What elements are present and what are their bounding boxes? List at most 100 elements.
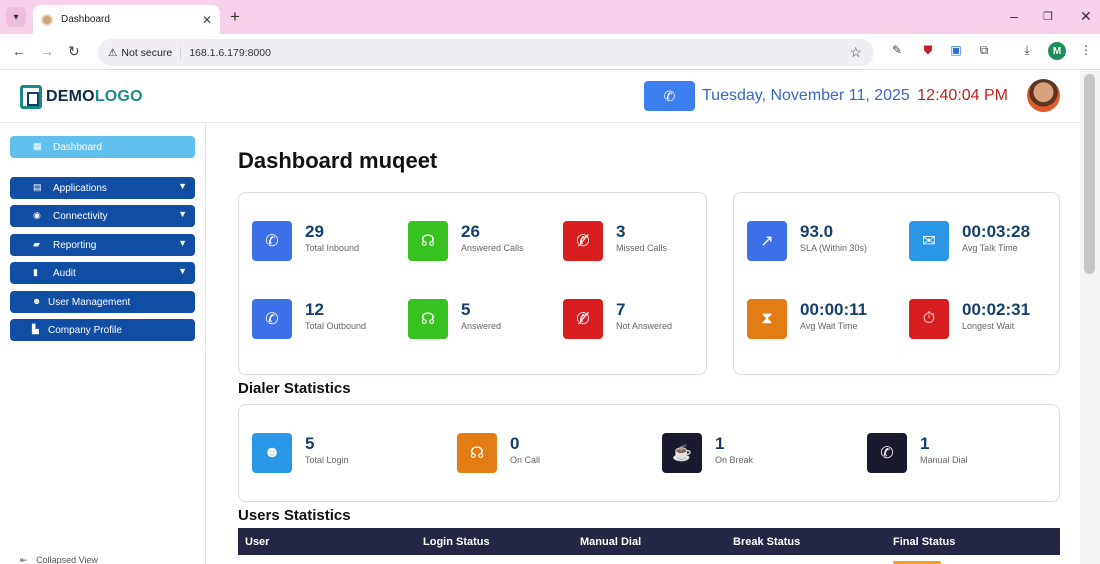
- hourglass-icon: ⧗: [747, 299, 787, 339]
- missed-call-icon: ✆̸: [563, 299, 603, 339]
- grid-icon: ▦: [33, 141, 42, 151]
- stat-avg-talk-time: ✉ 00:03:28 Avg Talk Time: [909, 221, 1030, 261]
- stat-value: 1: [920, 434, 930, 453]
- call-stats-card: [238, 192, 707, 375]
- warning-icon: ⚠: [108, 46, 118, 59]
- users-icon: ☻: [252, 433, 292, 473]
- phone-icon: ✆: [252, 299, 292, 339]
- stat-value: 1: [715, 434, 725, 453]
- address-bar[interactable]: ⚠ Not secure 168.1.6.179:8000 ☆: [98, 39, 874, 66]
- column-header-user[interactable]: User: [245, 536, 269, 548]
- stat-value: 12: [305, 300, 324, 319]
- stat-label: Total Outbound: [305, 321, 367, 331]
- sidebar-item-label: Audit: [53, 267, 76, 279]
- building-icon: ▙: [32, 324, 39, 334]
- stat-missed-calls: ✆̸ 3 Missed Calls: [563, 221, 667, 261]
- stat-value: 3: [616, 222, 626, 241]
- scrollbar-thumb[interactable]: [1084, 74, 1095, 274]
- logo-text: DEMOLOGO: [46, 88, 143, 105]
- phone-icon: ✆: [867, 433, 907, 473]
- menu-kebab-icon[interactable]: ⋮: [1078, 43, 1094, 59]
- stat-label: SLA (Within 30s): [800, 243, 868, 253]
- column-header-final-status[interactable]: Final Status: [893, 536, 955, 548]
- stat-total-inbound: ✆ 29 Total Inbound: [252, 221, 359, 261]
- folder-icon: ▰: [33, 239, 40, 249]
- sidebar-item-company-profile[interactable]: ▙ Company Profile: [10, 319, 195, 341]
- stat-value: 0: [510, 434, 520, 453]
- stat-on-break: ☕ 1 On Break: [662, 433, 753, 473]
- sidebar-item-connectivity[interactable]: ◉ Connectivity ▼: [10, 205, 195, 227]
- logo[interactable]: DEMOLOGO: [20, 85, 143, 109]
- sidebar-item-label: Connectivity: [53, 210, 108, 222]
- coffee-icon: ☕: [662, 433, 702, 473]
- favicon-icon: [41, 13, 53, 26]
- back-icon[interactable]: ←: [12, 43, 26, 59]
- sidebar-item-audit[interactable]: ▮ Audit ▼: [10, 262, 195, 284]
- stopwatch-icon: ⏱: [909, 299, 949, 339]
- column-header-manual-dial[interactable]: Manual Dial: [580, 536, 641, 548]
- users-icon: ☻: [32, 296, 42, 306]
- stat-value: 5: [305, 434, 315, 453]
- stat-longest-wait: ⏱ 00:02:31 Longest Wait: [909, 299, 1030, 339]
- column-header-login-status[interactable]: Login Status: [423, 536, 490, 548]
- close-tab-icon[interactable]: ✕: [202, 13, 212, 27]
- apps-icon: ▤: [33, 182, 42, 192]
- collapsed-view-toggle[interactable]: ⇤ Collapsed View: [20, 555, 98, 564]
- password-icon[interactable]: ✎: [889, 43, 905, 59]
- stat-label: Total Login: [305, 455, 349, 465]
- restore-icon[interactable]: ❐: [1043, 10, 1053, 23]
- url-text[interactable]: 168.1.6.179:8000: [189, 47, 271, 59]
- chevron-down-icon: ▼: [178, 238, 187, 248]
- sidebar-item-user-management[interactable]: ☻ User Management: [10, 291, 195, 313]
- extension-shield-icon[interactable]: ⛊: [920, 43, 936, 59]
- reload-icon[interactable]: ↻: [68, 43, 80, 60]
- call-button[interactable]: ✆: [644, 81, 695, 111]
- security-indicator[interactable]: ⚠ Not secure: [108, 46, 182, 59]
- logo-mark-icon: [20, 85, 42, 109]
- new-tab-icon[interactable]: +: [230, 7, 240, 27]
- extensions-puzzle-icon[interactable]: ⧉: [976, 43, 992, 59]
- clipboard-icon: ▮: [33, 267, 38, 277]
- browser-tab[interactable]: Dashboard ✕: [33, 5, 220, 34]
- stat-value: 00:00:11: [800, 300, 868, 319]
- current-time: 12:40:04 PM: [917, 87, 1009, 104]
- tab-title: Dashboard: [61, 14, 110, 25]
- chat-icon: ✉: [909, 221, 949, 261]
- close-window-icon[interactable]: ✕: [1080, 8, 1092, 25]
- collapsed-view-label: Collapsed View: [36, 555, 98, 564]
- stat-value: 00:02:31: [962, 300, 1031, 319]
- kpi-stats-card: [733, 192, 1060, 375]
- column-header-break-status[interactable]: Break Status: [733, 536, 800, 548]
- users-table-header: User Login Status Manual Dial Break Stat…: [238, 528, 1060, 555]
- sidebar-item-dashboard[interactable]: ▦ Dashboard: [10, 136, 195, 158]
- stat-label: On Break: [715, 455, 754, 465]
- phone-icon: ✆: [663, 87, 676, 104]
- missed-call-icon: ✆̸: [563, 221, 603, 261]
- stat-label: Answered Calls: [461, 243, 524, 253]
- header-datetime: Tuesday, November 11, 2025 12:40:04 PM: [702, 87, 1008, 105]
- minimize-icon[interactable]: –: [1010, 8, 1018, 24]
- profile-avatar[interactable]: M: [1048, 42, 1066, 60]
- stat-label: Answered: [461, 321, 502, 331]
- eye-icon: ◉: [33, 210, 41, 220]
- sidebar-item-applications[interactable]: ▤ Applications ▼: [10, 177, 195, 199]
- page-title: Dashboard muqeet: [238, 148, 438, 173]
- cast-icon[interactable]: ▣: [948, 43, 964, 59]
- bookmark-star-icon[interactable]: ☆: [849, 44, 862, 61]
- download-icon[interactable]: ⤓: [1019, 43, 1035, 59]
- tab-search-icon[interactable]: ▾: [6, 7, 26, 27]
- current-date: Tuesday, November 11, 2025: [702, 87, 910, 104]
- stat-value: 00:03:28: [962, 222, 1031, 241]
- stat-sla: ↗ 93.0 SLA (Within 30s): [747, 221, 867, 261]
- sidebar-item-label: Dashboard: [53, 141, 102, 153]
- stat-not-answered: ✆̸ 7 Not Answered: [563, 299, 672, 339]
- sidebar-item-label: Company Profile: [48, 324, 122, 336]
- stat-label: Avg Talk Time: [962, 243, 1018, 253]
- stat-label: Avg Wait Time: [800, 321, 858, 331]
- user-avatar[interactable]: [1027, 79, 1060, 112]
- dialer-statistics-title: Dialer Statistics: [238, 380, 351, 397]
- forward-icon[interactable]: →: [40, 43, 54, 59]
- stat-manual-dial: ✆ 1 Manual Dial: [867, 433, 968, 473]
- stat-value: 5: [461, 300, 471, 319]
- sidebar-item-reporting[interactable]: ▰ Reporting ▼: [10, 234, 195, 256]
